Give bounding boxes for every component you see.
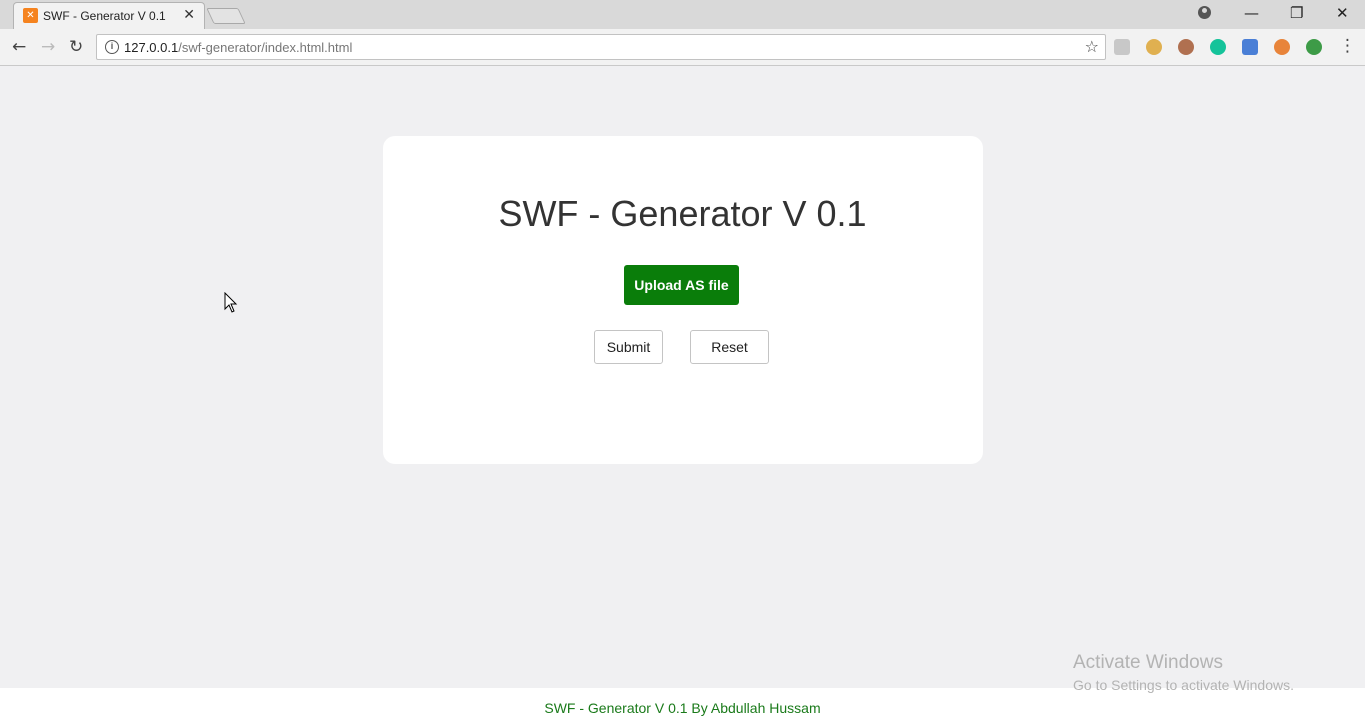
star-icon[interactable]: ☆ <box>1085 37 1099 56</box>
browser-tab[interactable]: ✕ SWF - Generator V 0.1 ✕ <box>13 2 205 30</box>
grammarly-extension-icon[interactable] <box>1210 39 1226 55</box>
page-footer: SWF - Generator V 0.1 By Abdullah Hussam <box>0 688 1365 727</box>
translate-extension-icon[interactable] <box>1146 39 1162 55</box>
reload-button[interactable]: ↻ <box>69 37 83 57</box>
back-button[interactable]: ← <box>12 37 26 57</box>
close-window-button[interactable]: ✕ <box>1336 4 1349 22</box>
minimize-button[interactable]: — <box>1244 4 1259 22</box>
reset-button[interactable]: Reset <box>690 330 769 364</box>
restore-button[interactable]: ❐ <box>1290 4 1303 22</box>
tab-title: SWF - Generator V 0.1 <box>43 9 166 23</box>
google-translate-extension-icon[interactable] <box>1242 39 1258 55</box>
forward-button[interactable]: → <box>41 37 55 57</box>
activate-windows-subtitle: Go to Settings to activate Windows. <box>1073 677 1294 693</box>
url-text[interactable]: 127.0.0.1/swf-generator/index.html.html <box>124 40 352 55</box>
info-icon[interactable]: i <box>105 40 119 54</box>
tab-close-icon[interactable]: ✕ <box>183 7 195 23</box>
mouse-cursor-icon <box>224 292 238 313</box>
browser-titlebar: ✕ SWF - Generator V 0.1 ✕ — ❐ ✕ <box>0 0 1365 30</box>
person-extension-icon[interactable] <box>1178 39 1194 55</box>
new-tab-button[interactable] <box>206 8 246 24</box>
menu-icon[interactable]: ⋮ <box>1339 36 1356 56</box>
footer-text: SWF - Generator V 0.1 By Abdullah Hussam <box>544 700 821 716</box>
page-title: SWF - Generator V 0.1 <box>498 193 867 234</box>
activate-windows-title: Activate Windows <box>1073 652 1223 673</box>
globe-extension-icon[interactable] <box>1306 39 1322 55</box>
tampermonkey-extension-icon[interactable] <box>1274 39 1290 55</box>
address-bar[interactable]: i 127.0.0.1/swf-generator/index.html.htm… <box>96 34 1106 60</box>
submit-button[interactable]: Submit <box>594 330 663 364</box>
browser-toolbar: ← → ↻ i 127.0.0.1/swf-generator/index.ht… <box>0 29 1365 66</box>
upload-as-file-button[interactable]: Upload AS file <box>624 265 739 305</box>
xampp-favicon-icon: ✕ <box>23 8 38 23</box>
pdf-extension-icon[interactable] <box>1114 39 1130 55</box>
profile-icon[interactable] <box>1198 6 1211 19</box>
